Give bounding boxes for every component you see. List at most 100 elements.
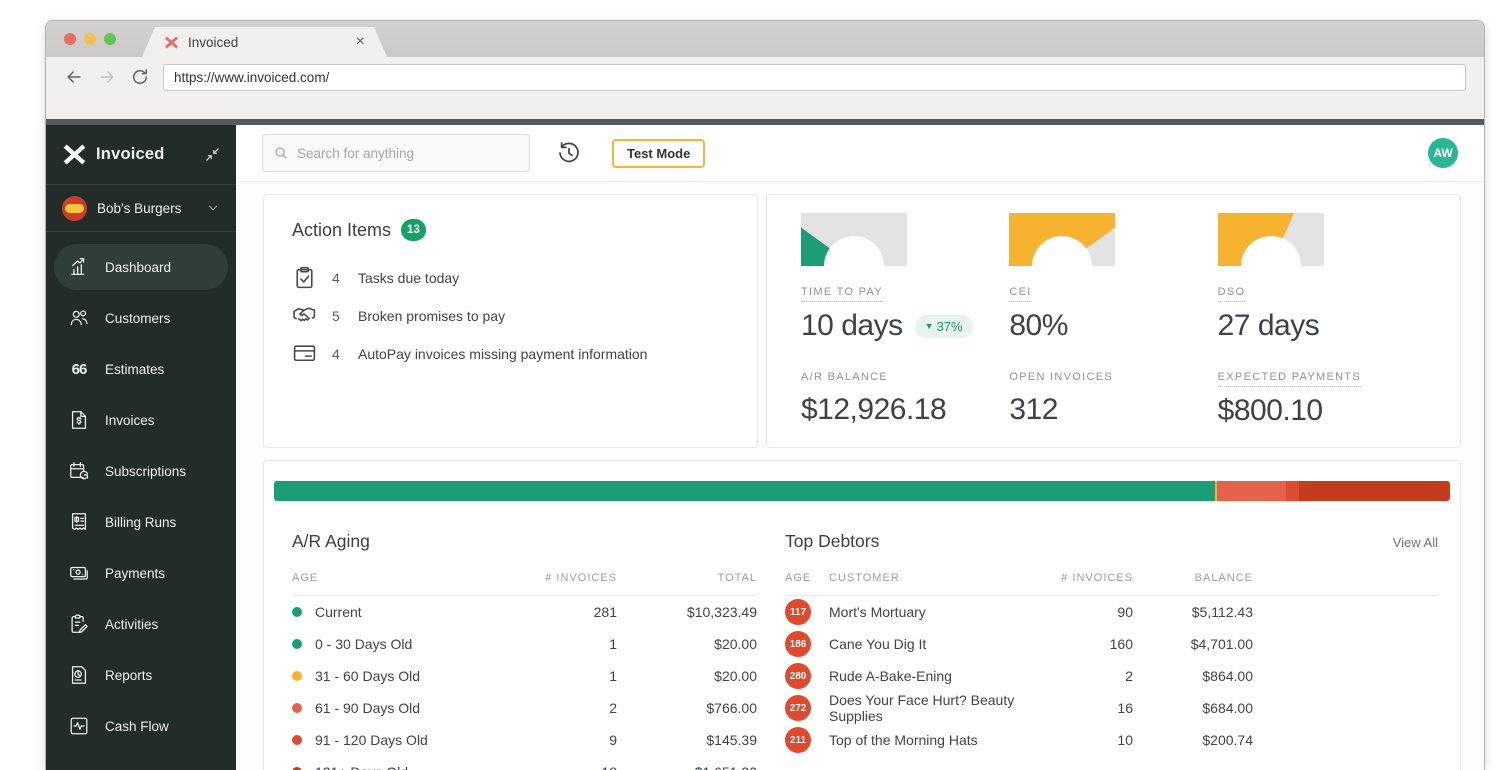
test-mode-button[interactable]: Test Mode [612,139,705,168]
age-badge: 272 [785,695,811,721]
browser-toolbar [46,57,1484,119]
close-window-button[interactable] [64,33,76,45]
dso-gauge [1218,213,1324,266]
cash-flow-pulse-icon [68,715,90,737]
browser-window: Invoiced × Invoiced Bob's Burgers [45,20,1485,770]
invoiced-favicon [164,35,179,50]
top-debtors-title: Top Debtors [785,531,879,552]
credit-card-icon [292,341,317,366]
url-input[interactable] [163,64,1466,91]
invoiced-logo-icon [62,142,87,167]
debtor-row[interactable]: 280 Rude A-Bake-Ening 2 $864.00 [785,660,1438,692]
sidebar-item-reports[interactable]: Reports [54,652,228,698]
action-items-title: Action Items [292,220,391,241]
top-debtors-table: Top Debtors View All AGE CUSTOMER # INVO… [785,531,1438,770]
browser-tab[interactable]: Invoiced × [142,27,387,57]
tab-close-icon[interactable]: × [356,34,365,50]
ar-aging-table: A/R Aging AGE # INVOICES TOTAL Current 2… [292,531,757,770]
down-triangle-icon: ▼ [925,322,934,331]
sidebar-item-estimates[interactable]: Estimates [54,346,228,392]
reports-icon [68,664,90,686]
forward-icon[interactable] [97,67,117,87]
activities-clipboard-icon [68,613,90,635]
action-items-count-badge: 13 [401,219,426,241]
sidebar-item-cash-flow[interactable]: Cash Flow [54,703,228,749]
cei-gauge [1009,213,1115,266]
zoom-window-button[interactable] [104,33,116,45]
history-icon[interactable] [556,140,582,166]
sidebar-item-activities[interactable]: Activities [54,601,228,647]
browser-tab-bar: Invoiced × [46,21,1484,57]
tasks-clipboard-icon [292,265,317,290]
sidebar-item-payments[interactable]: Payments [54,550,228,596]
billing-receipt-icon [68,511,90,533]
aging-card: A/R Aging AGE # INVOICES TOTAL Current 2… [263,460,1461,770]
debtor-row[interactable]: 272 Does Your Face Hurt? Beauty Supplies… [785,692,1438,724]
search-box[interactable] [262,134,530,172]
metric-cei: CEI 80% [1009,213,1217,343]
cei-label[interactable]: CEI [1009,286,1031,302]
quotes-icon [68,358,90,380]
sidebar: Invoiced Bob's Burgers Dashboard Custome… [46,125,236,770]
company-name: Bob's Burgers [97,201,181,216]
avatar[interactable]: AW [1428,138,1458,168]
sidebar-item-customers[interactable]: Customers [54,295,228,341]
search-input[interactable] [297,146,519,161]
collapse-sidebar-icon[interactable] [205,147,220,162]
status-dot [292,703,302,713]
aging-row-61-90[interactable]: 61 - 90 Days Old 2$766.00 [292,692,757,724]
invoice-document-icon [68,409,90,431]
dso-value: 27 days [1218,309,1320,343]
time-to-pay-delta-badge: ▼37% [915,315,973,338]
debtor-row[interactable]: 186 Cane You Dig It 160 $4,701.00 [785,628,1438,660]
minimize-window-button[interactable] [84,33,96,45]
time-to-pay-label[interactable]: TIME TO PAY [801,286,883,302]
back-icon[interactable] [64,67,84,87]
age-badge: 117 [785,599,811,625]
sidebar-item-subscriptions[interactable]: Subscriptions [54,448,228,494]
tab-title: Invoiced [188,35,238,50]
aging-row-31-60[interactable]: 31 - 60 Days Old 1$20.00 [292,660,757,692]
action-item-tasks[interactable]: 4 Tasks due today [292,265,729,290]
sidebar-item-billing-runs[interactable]: Billing Runs [54,499,228,545]
search-icon [273,145,289,161]
action-items-card: Action Items 13 4 Tasks due today 5 Brok… [263,194,758,448]
stat-ar-balance: A/R BALANCE $12,926.18 [801,367,1009,428]
handshake-icon [292,303,317,328]
brand-name: Invoiced [96,145,165,164]
debtor-row[interactable]: 117 Mort's Mortuary 90 $5,112.43 [785,596,1438,628]
refresh-icon[interactable] [130,67,150,87]
sidebar-item-dashboard[interactable]: Dashboard [54,244,228,290]
subscription-calendar-icon [68,460,90,482]
status-dot [292,735,302,745]
action-item-autopay[interactable]: 4 AutoPay invoices missing payment infor… [292,341,729,366]
metric-time-to-pay: TIME TO PAY 10 days ▼37% [801,213,1009,343]
time-to-pay-gauge [801,213,907,266]
action-item-promises[interactable]: 5 Broken promises to pay [292,303,729,328]
dso-label[interactable]: DSO [1218,286,1246,302]
payments-banknote-icon [68,562,90,584]
aging-row-current[interactable]: Current 281$10,323.49 [292,596,757,628]
company-logo [62,196,87,221]
dashboard-icon [68,256,90,278]
status-dot [292,639,302,649]
aging-row-91-120[interactable]: 91 - 120 Days Old 9$145.39 [292,724,757,756]
app-header: Test Mode AW [236,125,1484,182]
debtor-row[interactable]: 211 Top of the Morning Hats 10 $200.74 [785,724,1438,756]
status-dot [292,607,302,617]
aging-row-0-30[interactable]: 0 - 30 Days Old 1$20.00 [292,628,757,660]
age-badge: 186 [785,631,811,657]
metric-dso: DSO 27 days [1218,213,1426,343]
customers-icon [68,307,90,329]
time-to-pay-value: 10 days [801,309,903,343]
view-all-link[interactable]: View All [1393,535,1438,550]
aging-row-121plus[interactable]: 121+ Days Old 18$1,651.30 [292,756,757,770]
company-selector[interactable]: Bob's Burgers [46,185,236,232]
stat-expected-payments: EXPECTED PAYMENTS $800.10 [1218,367,1426,428]
cei-value: 80% [1009,309,1068,343]
ar-aging-stacked-bar [274,481,1450,501]
ar-aging-title: A/R Aging [292,531,370,552]
dashboard-content: Action Items 13 4 Tasks due today 5 Brok… [236,182,1484,770]
age-badge: 211 [785,727,811,753]
sidebar-item-invoices[interactable]: Invoices [54,397,228,443]
